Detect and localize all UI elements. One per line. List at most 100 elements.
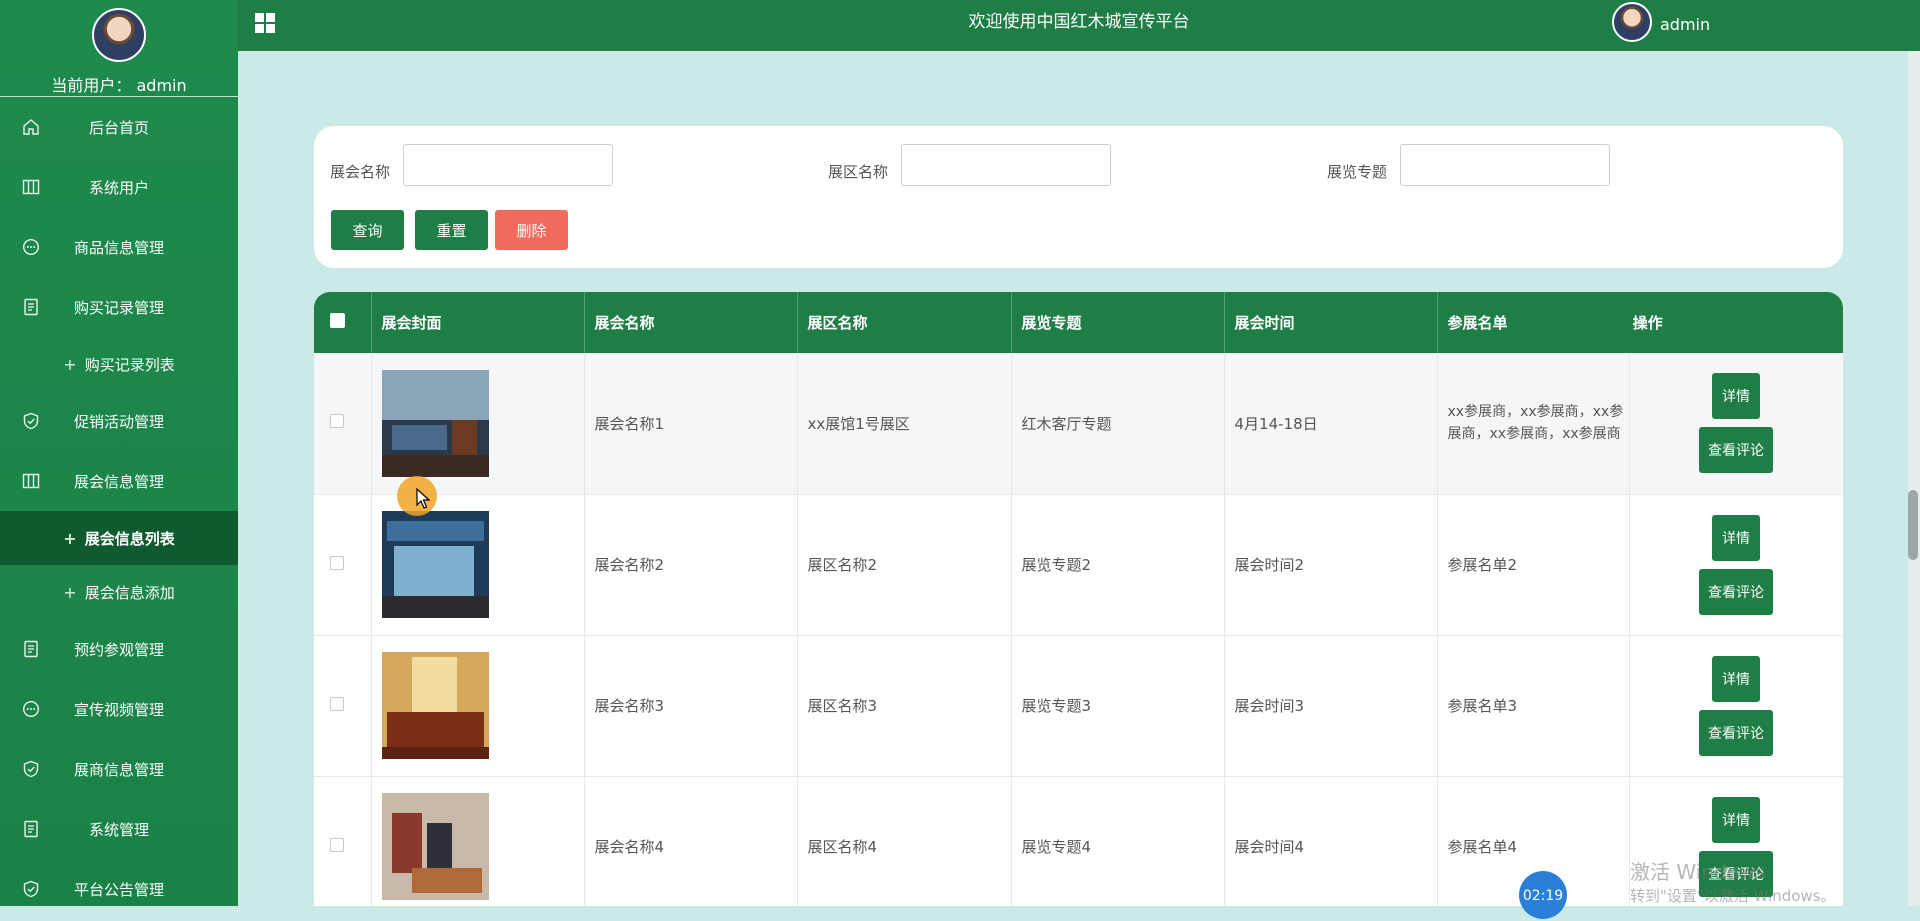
home-icon (23, 119, 39, 135)
columns-icon (22, 473, 40, 489)
scrollbar-handle[interactable] (1908, 490, 1918, 560)
cell-list: 参展名单2 (1437, 494, 1630, 636)
sidebar-subitem-exhibition-add[interactable]: + 展会信息添加 (0, 565, 238, 619)
header-avatar[interactable] (1612, 2, 1652, 42)
shield-icon (23, 760, 39, 778)
sidebar-item-label: 系统用户 (88, 178, 149, 197)
sidebar-subitem-label: 展会信息列表 (84, 529, 175, 548)
scrollbar-track[interactable] (1908, 51, 1920, 906)
sidebar-item-video[interactable]: 宣传视频管理 (0, 679, 238, 739)
column-header: 参展名单 操作 (1437, 292, 1843, 353)
sidebar-subitem-purchase-list[interactable]: + 购买记录列表 (0, 337, 238, 391)
query-button[interactable]: 查询 (331, 210, 404, 250)
activation-watermark-hint: 转到"设置"以激活 Windows。 (1630, 887, 1836, 905)
area-name-input[interactable] (901, 144, 1111, 186)
cell-name: 展会名称2 (584, 494, 798, 636)
exhibition-table: 展会封面 展会名称 展区名称 展览专题 展会时间 参展名单 操作 展会名称1 x… (314, 292, 1843, 906)
row-checkbox[interactable] (330, 414, 344, 429)
sidebar-item-announcement[interactable]: 平台公告管理 (0, 859, 238, 906)
view-comments-button[interactable]: 查看评论 (1699, 427, 1773, 474)
select-all-checkbox[interactable] (330, 313, 345, 328)
sidebar-item-label: 系统管理 (88, 820, 149, 839)
view-comments-button[interactable]: 查看评论 (1699, 709, 1773, 756)
cell-topic: 展览专题2 (1011, 494, 1225, 636)
detail-button[interactable]: 详情 (1712, 373, 1760, 420)
cell-actions: 详情 查看评论 (1629, 494, 1843, 636)
sidebar-item-system-users[interactable]: 系统用户 (0, 157, 238, 217)
sidebar-item-label: 宣传视频管理 (73, 700, 164, 719)
sidebar-item-reservation[interactable]: 预约参观管理 (0, 619, 238, 679)
cell-topic: 展览专题3 (1011, 635, 1225, 777)
cell-name: 展会名称3 (584, 635, 798, 777)
sidebar-item-label: 商品信息管理 (73, 238, 164, 257)
topic-input[interactable] (1400, 144, 1610, 186)
row-checkbox[interactable] (330, 555, 344, 570)
view-comments-button[interactable]: 查看评论 (1699, 568, 1773, 615)
cell-topic: 红木客厅专题 (1011, 353, 1225, 495)
chat-icon (22, 700, 40, 718)
sidebar: 当前用户： admin 后台首页 系统用户 商品信息管理 购买记录管理 + 购买… (0, 0, 238, 906)
column-header: 展览专题 (1011, 292, 1225, 353)
chat-icon (22, 238, 40, 256)
cell-topic: 展览专题4 (1011, 776, 1225, 906)
column-header-list: 参展名单 (1447, 314, 1508, 332)
cell-time: 展会时间4 (1224, 776, 1438, 906)
sidebar-item-exhibition[interactable]: 展会信息管理 (0, 451, 238, 511)
sidebar-item-label: 购买记录管理 (73, 298, 164, 317)
cell-area: 展区名称2 (797, 494, 1012, 636)
header-username[interactable]: admin (1660, 0, 1710, 50)
header-select-all[interactable] (314, 292, 372, 353)
recording-timer[interactable]: 02:19 (1519, 871, 1567, 919)
activation-watermark-title: 激活 Windows (1630, 860, 1766, 884)
cell-list: xx参展商，xx参展商，xx参 展商，xx参展商，xx参展商 (1437, 353, 1630, 495)
row-checkbox[interactable] (330, 696, 344, 711)
detail-button[interactable]: 详情 (1712, 514, 1760, 561)
delete-button[interactable]: 删除 (495, 210, 568, 250)
cover-image[interactable] (381, 511, 489, 618)
column-header: 展会时间 (1224, 292, 1438, 353)
cell-area: 展区名称3 (797, 635, 1012, 777)
plus-icon: + (63, 528, 77, 548)
shield-icon (23, 880, 39, 898)
table-row: 展会名称4 展区名称4 展览专题4 展会时间4 参展名单4 详情 查看评论 (314, 776, 1843, 906)
cell-name: 展会名称4 (584, 776, 798, 906)
cell-list-line: xx参展商，xx参展商，xx参 (1447, 404, 1624, 421)
sidebar-item-system[interactable]: 系统管理 (0, 799, 238, 859)
cover-image[interactable] (381, 652, 489, 759)
sidebar-item-promotion[interactable]: 促销活动管理 (0, 391, 238, 451)
sidebar-item-exhibitor[interactable]: 展商信息管理 (0, 739, 238, 799)
plus-icon: + (63, 582, 77, 602)
cover-image[interactable] (381, 793, 489, 900)
mouse-cursor-icon (416, 488, 431, 509)
sidebar-item-label: 促销活动管理 (73, 412, 164, 431)
sidebar-item-label: 后台首页 (88, 118, 149, 137)
sidebar-item-purchase[interactable]: 购买记录管理 (0, 277, 238, 337)
table-row: 展会名称3 展区名称3 展览专题3 展会时间3 参展名单3 详情 查看评论 (314, 635, 1843, 777)
sidebar-subitem-label: 购买记录列表 (84, 355, 175, 374)
row-checkbox[interactable] (330, 837, 344, 852)
exhibition-name-input[interactable] (403, 144, 613, 186)
cell-time: 展会时间3 (1224, 635, 1438, 777)
sidebar-item-goods[interactable]: 商品信息管理 (0, 217, 238, 277)
column-header: 展会封面 (371, 292, 585, 353)
cover-image[interactable] (381, 369, 489, 477)
cell-area: 展区名称4 (797, 776, 1012, 906)
table-row: 展会名称1 xx展馆1号展区 红木客厅专题 4月14-18日 xx参展商，xx参… (314, 353, 1843, 495)
detail-button[interactable]: 详情 (1712, 796, 1760, 843)
sidebar-item-home[interactable]: 后台首页 (0, 97, 238, 157)
column-header: 展区名称 (797, 292, 1012, 353)
sidebar-subitem-exhibition-list[interactable]: + 展会信息列表 (0, 511, 238, 565)
sidebar-item-label: 预约参观管理 (73, 640, 164, 659)
plus-icon: + (63, 354, 77, 374)
search-panel: 展会名称 展区名称 展览专题 查询 重置 删除 (314, 126, 1843, 268)
cell-actions: 详情 查看评论 (1629, 635, 1843, 777)
detail-button[interactable]: 详情 (1712, 655, 1760, 702)
search-label-area: 展区名称 (828, 163, 889, 181)
table-row: 展会名称2 展区名称2 展览专题2 展会时间2 参展名单2 详情 查看评论 (314, 494, 1843, 636)
current-user-line: 当前用户： admin (0, 72, 238, 96)
reset-button[interactable]: 重置 (415, 210, 488, 250)
search-label-topic: 展览专题 (1327, 163, 1388, 181)
cell-list-line: 展商，xx参展商，xx参展商 (1447, 426, 1621, 443)
document-icon (24, 640, 38, 658)
document-icon (24, 298, 38, 316)
